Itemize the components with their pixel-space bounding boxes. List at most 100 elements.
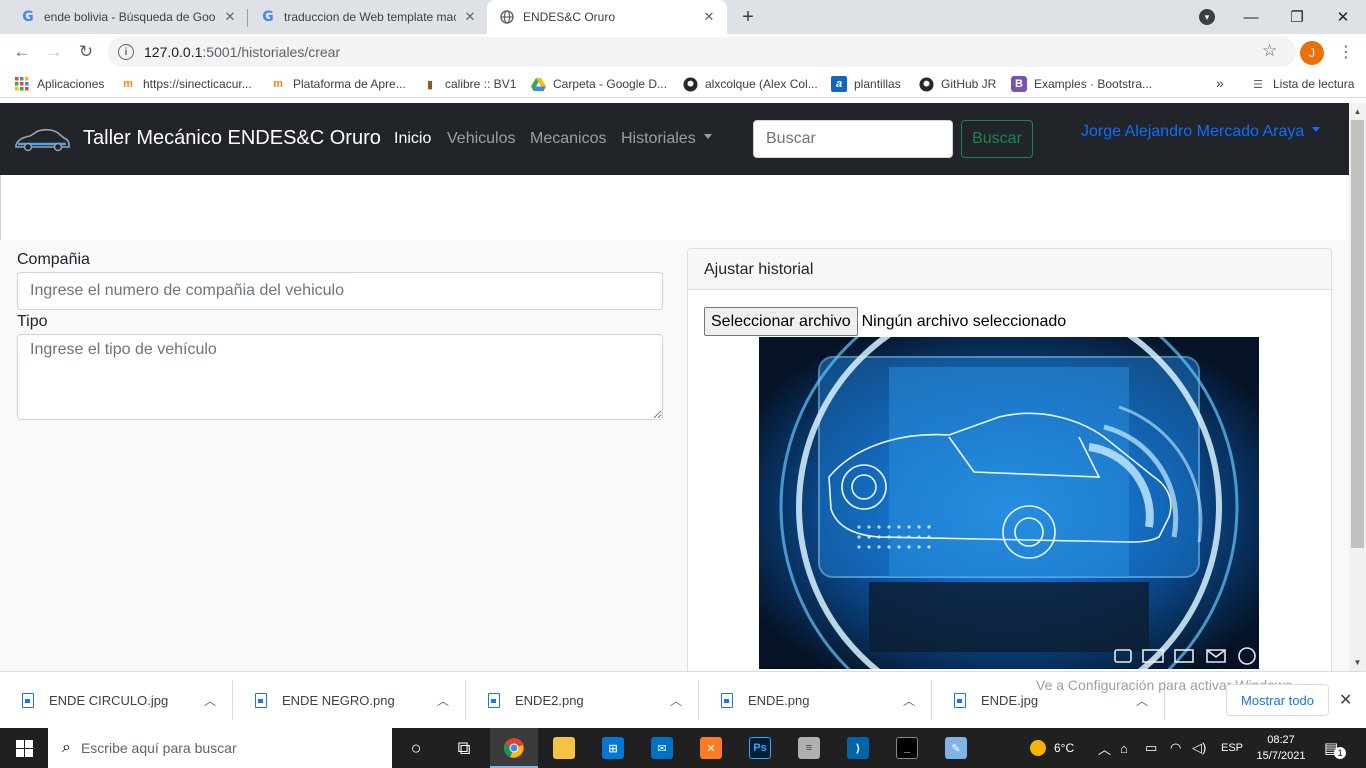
navbar-search-button[interactable]: Buscar — [961, 120, 1033, 158]
bookmark-label: GitHub JR — [941, 77, 997, 91]
chevron-up-icon[interactable]: ︿ — [432, 692, 454, 709]
bookmark-item[interactable]: ▮ calibre :: BV1 — [422, 76, 516, 92]
language-indicator[interactable]: ESP — [1221, 728, 1243, 768]
download-item[interactable]: ENDE2.png ︿ — [466, 672, 699, 729]
back-icon[interactable]: ← — [10, 40, 34, 64]
nav-link-inicio[interactable]: Inicio — [394, 130, 431, 148]
close-tab-icon[interactable]: ✕ — [222, 9, 238, 25]
user-dropdown[interactable]: Jorge Alejandro Mercado Araya — [1081, 123, 1321, 141]
close-window-icon[interactable]: ✕ — [1320, 0, 1366, 34]
reading-list-label: Lista de lectura — [1273, 77, 1355, 91]
task-view-icon[interactable]: ⧉ — [440, 728, 488, 768]
close-tab-icon[interactable]: ✕ — [462, 9, 478, 25]
reading-list[interactable]: ☰ Lista de lectura — [1250, 76, 1354, 92]
download-item[interactable]: ENDE NEGRO.png ︿ — [233, 672, 466, 729]
file-input[interactable]: Seleccionar archivo Ningún archivo selec… — [704, 307, 1066, 336]
profile-avatar[interactable]: J — [1300, 41, 1324, 65]
bookmarks-overflow[interactable]: » — [1216, 75, 1224, 91]
forward-icon[interactable]: → — [42, 40, 66, 64]
show-all-downloads-button[interactable]: Mostrar todo — [1226, 684, 1329, 716]
windows-start-icon[interactable] — [0, 728, 48, 768]
wifi-icon[interactable]: ◠ — [1170, 728, 1181, 768]
cortana-icon[interactable]: ○ — [392, 728, 440, 768]
scroll-thumb[interactable] — [1351, 120, 1364, 548]
url-path: :5001/historiales/crear — [202, 44, 341, 60]
scroll-up-icon[interactable]: ▲ — [1349, 103, 1366, 120]
paint-icon[interactable]: ✎ — [932, 728, 980, 768]
bookmark-item[interactable]: alxcolque (Alex Col... — [682, 76, 818, 92]
bookmark-item[interactable]: m https://sinecticacur... — [120, 76, 252, 92]
restore-icon[interactable]: ❐ — [1274, 0, 1320, 34]
terminal-icon[interactable]: _ — [883, 728, 931, 768]
moodle-icon: m — [123, 78, 133, 90]
tab-search-icon[interactable]: ▾ — [1199, 9, 1215, 25]
navbar-brand[interactable]: Taller Mecánico ENDES&C Oruro — [83, 127, 381, 150]
nav-link-mecanicos[interactable]: Mecanicos — [530, 130, 606, 148]
browser-tab-strip: G ende bolivia - Búsqueda de Goog ✕ G tr… — [0, 0, 1366, 34]
file-explorer-icon[interactable] — [540, 728, 588, 768]
mail-icon[interactable]: ✉ — [638, 728, 686, 768]
chevron-up-icon[interactable]: ︿ — [199, 692, 221, 709]
database-icon[interactable]: ≡ — [785, 728, 833, 768]
tipo-textarea[interactable] — [17, 334, 663, 420]
bookmark-label: plantillas — [854, 77, 901, 91]
taskbar-search[interactable]: ⌕ Escribe aquí para buscar — [48, 728, 392, 768]
info-icon[interactable]: i — [118, 44, 134, 60]
chevron-up-icon[interactable]: ︿ — [665, 692, 687, 709]
bookmark-star-icon[interactable]: ☆ — [1262, 41, 1277, 61]
close-tab-icon[interactable]: ✕ — [701, 9, 717, 25]
chevron-up-icon[interactable]: ︿ — [898, 692, 920, 709]
chrome-icon[interactable] — [490, 728, 538, 768]
scroll-down-icon[interactable]: ▼ — [1349, 654, 1366, 671]
download-item[interactable]: ENDE.png ︿ — [699, 672, 932, 729]
bookmark-label: Examples · Bootstra... — [1034, 77, 1153, 91]
close-downloads-icon[interactable]: ✕ — [1339, 690, 1352, 710]
weather-widget[interactable]: 6°C — [1030, 728, 1074, 768]
image-file-icon — [488, 693, 500, 708]
page-spacer — [0, 175, 1349, 240]
google-icon: G — [262, 9, 274, 25]
car-logo-icon[interactable] — [14, 127, 70, 153]
navbar-search-input[interactable] — [753, 120, 953, 158]
network-icon[interactable]: ⌂ — [1120, 728, 1128, 768]
new-tab-icon[interactable]: + — [736, 5, 760, 29]
battery-icon[interactable]: ▭ — [1145, 728, 1157, 768]
tray-overflow-icon[interactable]: ︿ — [1098, 728, 1111, 768]
download-filename: ENDE NEGRO.png — [282, 693, 395, 708]
reload-icon[interactable]: ↻ — [74, 40, 98, 64]
download-item[interactable]: ENDE CIRCULO.jpg ︿ — [0, 672, 233, 729]
volume-icon[interactable]: ◁) — [1192, 728, 1206, 768]
nav-link-historiales: Historiales — [621, 130, 696, 147]
vscode-icon[interactable]: ⟩ — [834, 728, 882, 768]
address-bar[interactable]: i 127.0.0.1:5001/historiales/crear — [108, 37, 1296, 67]
caret-down-icon — [1312, 127, 1321, 133]
store-icon[interactable]: ⊞ — [589, 728, 637, 768]
compania-input[interactable] — [17, 272, 663, 310]
browser-tab[interactable]: G traduccion de Web template mac ✕ — [248, 0, 488, 34]
bookmark-item[interactable]: Aplicaciones — [14, 76, 104, 92]
photoshop-icon[interactable]: Ps — [736, 728, 784, 768]
page-scrollbar[interactable]: ▲ ▼ — [1349, 103, 1366, 671]
nav-link-vehiculos[interactable]: Vehiculos — [447, 130, 516, 148]
bookmarks-bar: Aplicaciones m https://sinecticacur... m… — [0, 70, 1366, 98]
chevron-up-icon[interactable]: ︿ — [1131, 692, 1153, 709]
google-icon: G — [22, 9, 34, 25]
xampp-icon[interactable]: ✕ — [687, 728, 735, 768]
taskbar-clock[interactable]: 08:27 15/7/2021 — [1252, 732, 1310, 764]
bookmark-item[interactable]: a plantillas — [831, 76, 901, 92]
choose-file-button[interactable]: Seleccionar archivo — [704, 307, 858, 336]
bookmark-item[interactable]: m Plataforma de Apre... — [270, 76, 406, 92]
notifications-icon[interactable]: ▤ 1 — [1324, 728, 1347, 768]
browser-tab-active[interactable]: ENDES&C Oruro ✕ — [487, 0, 727, 34]
minimize-icon[interactable]: — — [1228, 0, 1274, 34]
nav-dropdown-historiales[interactable]: Historiales — [621, 130, 712, 148]
bookmark-item[interactable]: Carpeta - Google D... — [530, 76, 667, 92]
image-file-icon — [22, 693, 34, 708]
downloads-bar: ENDE CIRCULO.jpg ︿ ENDE NEGRO.png ︿ ENDE… — [0, 671, 1366, 728]
bookmark-label: Plataforma de Apre... — [293, 77, 406, 91]
a-icon: a — [831, 76, 847, 92]
bookmark-item[interactable]: B Examples · Bootstra... — [1011, 76, 1152, 92]
bookmark-item[interactable]: GitHub JR — [918, 76, 996, 92]
browser-tab[interactable]: G ende bolivia - Búsqueda de Goog ✕ — [8, 0, 248, 34]
more-menu-icon[interactable]: ⋮ — [1338, 42, 1354, 62]
